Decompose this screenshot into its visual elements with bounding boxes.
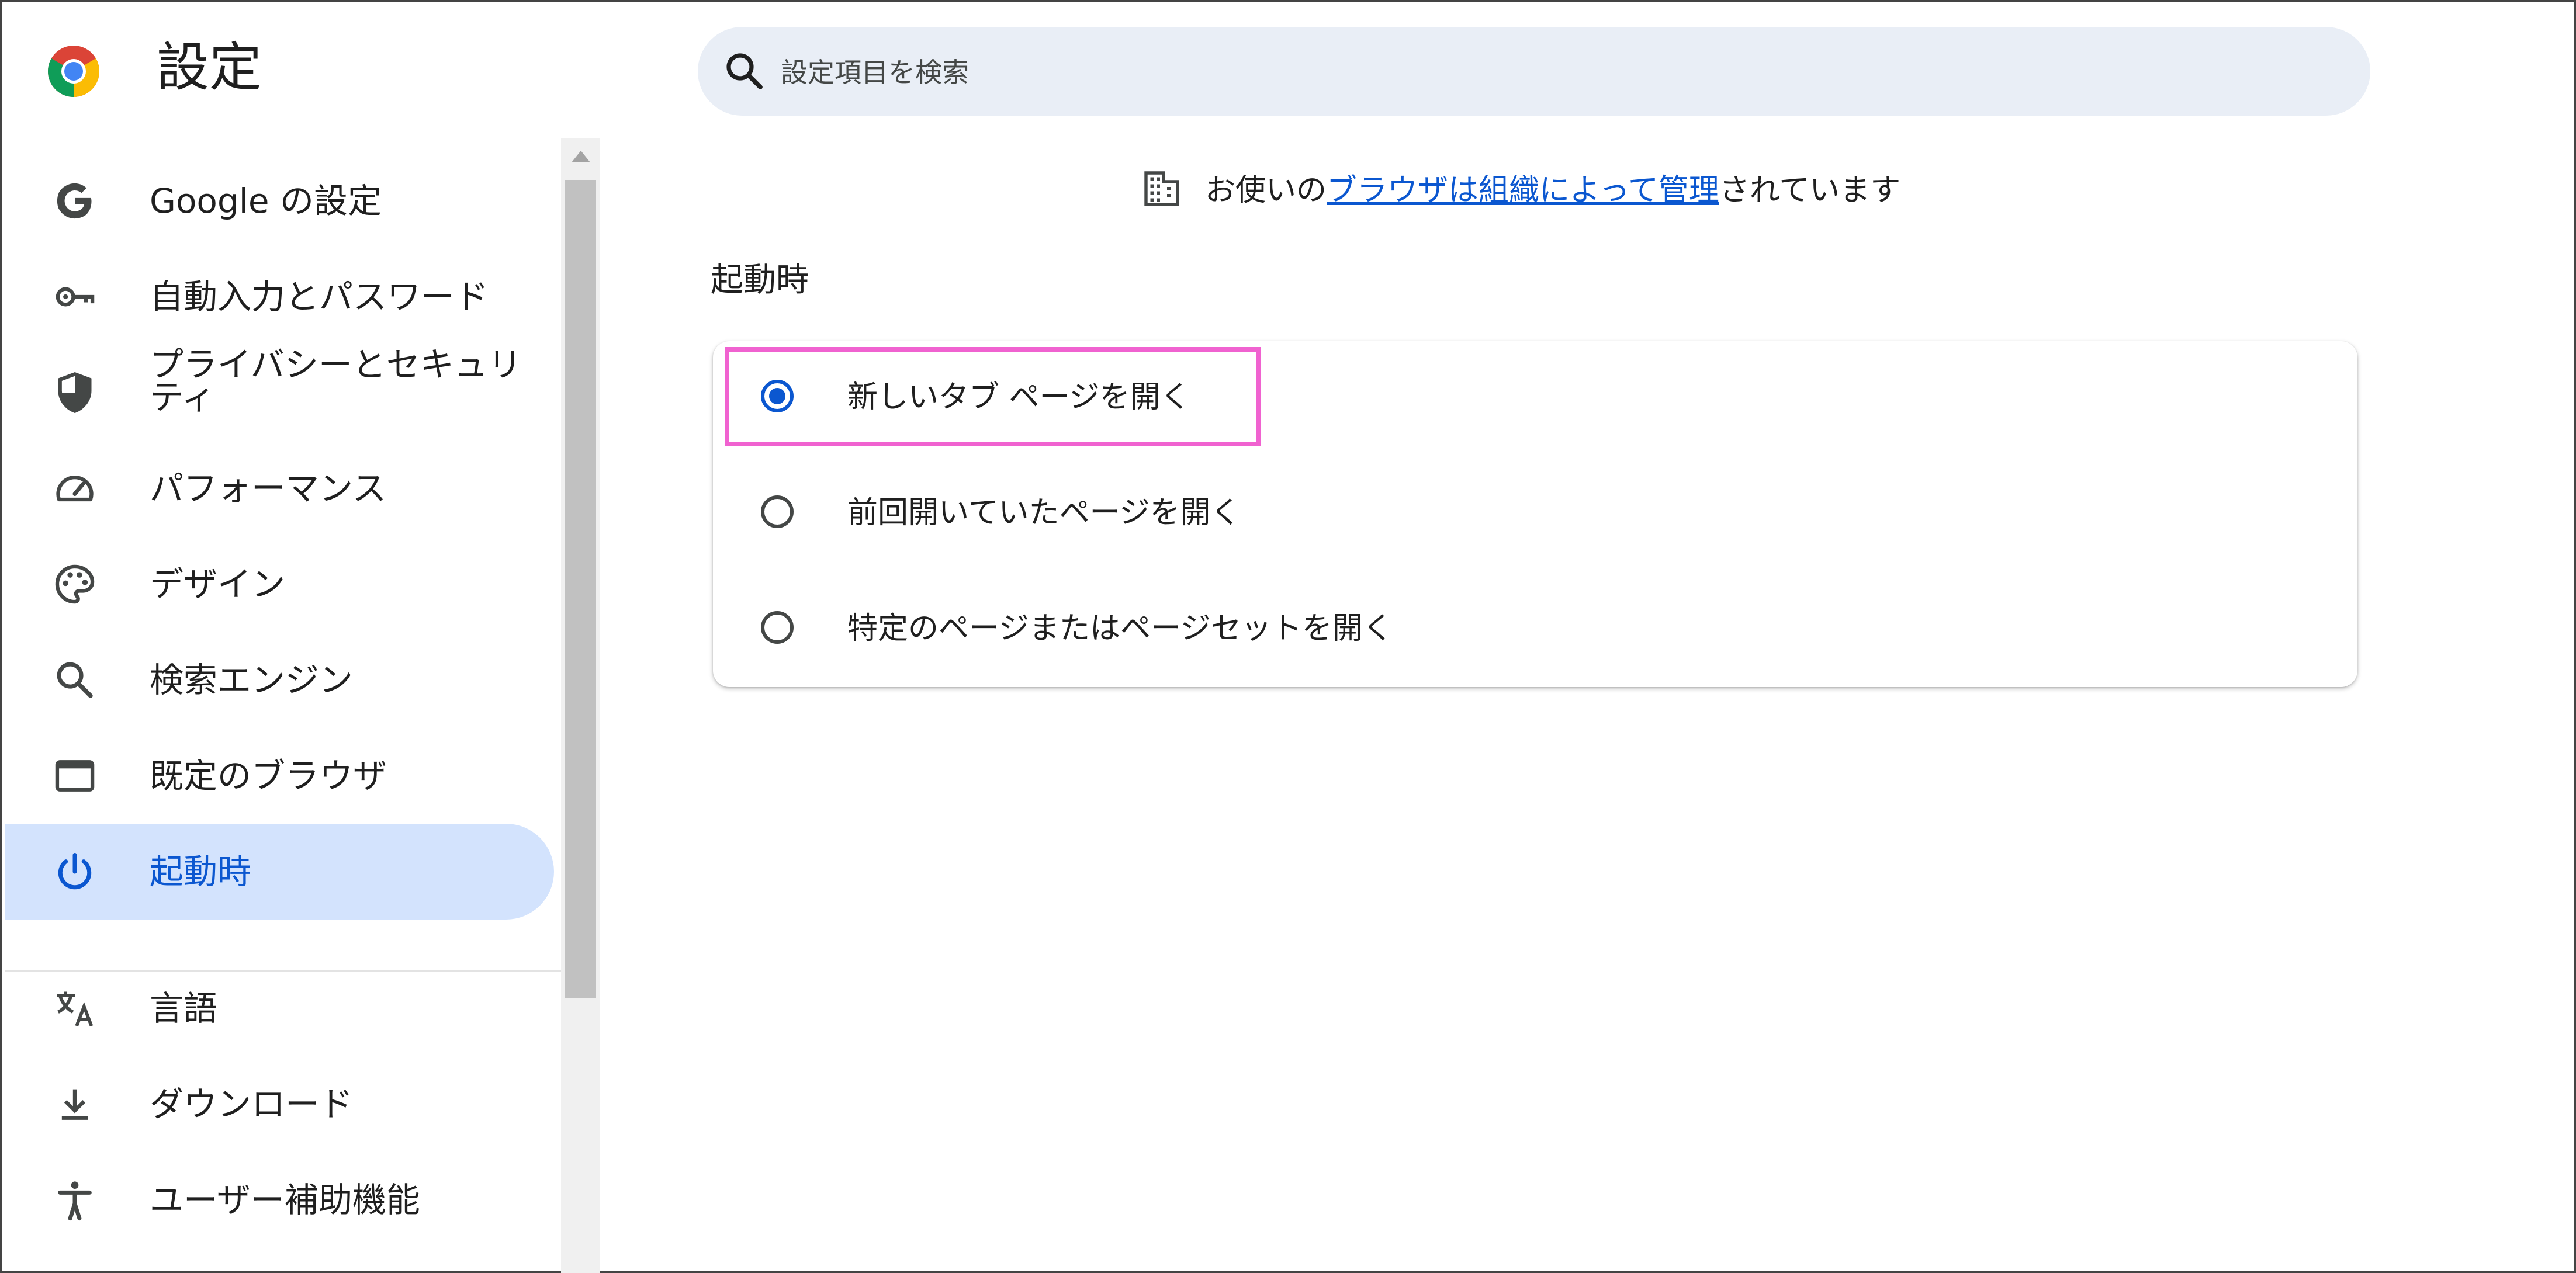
sidebar-item-label: 検索エンジン — [150, 660, 354, 700]
startup-option-label: 特定のページまたはページセットを開く — [847, 611, 1393, 646]
shield-icon — [58, 372, 92, 414]
sidebar-item-label: パフォーマンス — [150, 469, 386, 508]
sidebar-item-label: 言語 — [150, 988, 218, 1028]
palette-icon — [55, 564, 95, 604]
startup-option-continue[interactable]: 前回開いていたページを開く — [713, 457, 2357, 571]
search-bar[interactable] — [698, 27, 2370, 116]
startup-option-specific-pages[interactable]: 特定のページまたはページセットを開く — [713, 573, 2357, 687]
sidebar-item-accessibility[interactable]: ユーザー補助機能 — [5, 1152, 554, 1248]
sidebar-item-performance[interactable]: パフォーマンス — [5, 440, 554, 536]
chrome-logo-icon — [48, 46, 99, 97]
scroll-thumb[interactable] — [565, 180, 596, 998]
sidebar-item-downloads[interactable]: ダウンロード — [5, 1056, 554, 1152]
sidebar-item-label: 自動入力とパスワード — [150, 277, 489, 317]
sidebar-item-autofill-passwords[interactable]: 自動入力とパスワード — [5, 249, 554, 345]
power-icon — [58, 853, 92, 890]
managed-notice-suffix: されています — [1719, 173, 1901, 208]
startup-option-new-tab[interactable]: 新しいタブ ページを開く — [713, 341, 2357, 456]
search-input[interactable] — [780, 46, 2301, 99]
sidebar-item-label: 起動時 — [150, 852, 252, 892]
speedometer-icon — [56, 476, 94, 502]
sidebar-item-label: Google の設定 — [150, 181, 382, 221]
sidebar-item-languages[interactable]: 言語 — [5, 960, 554, 1056]
scroll-up-arrow-icon[interactable] — [572, 151, 590, 162]
radio-button[interactable] — [761, 611, 794, 644]
radio-dot — [769, 388, 785, 404]
sidebar-item-default-browser[interactable]: 既定のブラウザ — [5, 728, 554, 824]
sidebar-item-label: ダウンロード — [150, 1084, 354, 1124]
startup-option-label: 新しいタブ ページを開く — [847, 380, 1191, 415]
google-g-icon — [57, 183, 92, 219]
accessibility-icon — [58, 1181, 92, 1221]
sidebar-item-search-engine[interactable]: 検索エンジン — [5, 632, 554, 728]
managed-notice-prefix: お使いの — [1205, 173, 1327, 208]
section-heading: 起動時 — [711, 261, 809, 299]
managed-browser-notice: お使いのブラウザは組織によって管理されています — [1141, 167, 1900, 214]
radio-button[interactable] — [761, 495, 794, 528]
translate-icon — [57, 991, 94, 1027]
search-icon — [57, 662, 93, 698]
sidebar-item-label: 既定のブラウザ — [150, 756, 387, 796]
sidebar-item-on-startup[interactable]: 起動時 — [5, 824, 554, 920]
sidebar-item-privacy-security[interactable]: プライバシーとセキュリティ — [5, 345, 554, 440]
sidebar-item-label: プライバシーとセキュリティ — [150, 345, 522, 417]
sidebar-item-label: ユーザー補助機能 — [150, 1180, 420, 1220]
search-icon — [726, 53, 763, 89]
startup-options-card: 新しいタブ ページを開く 前回開いていたページを開く 特定のページまたはページセ… — [713, 341, 2357, 687]
sidebar-item-google-settings[interactable]: Google の設定 — [5, 153, 554, 249]
sidebar-item-label: デザイン — [150, 564, 286, 604]
sidebar-item-appearance[interactable]: デザイン — [5, 536, 554, 632]
browser-window-icon — [55, 760, 95, 792]
radio-button-checked[interactable] — [761, 380, 794, 412]
page-title: 設定 — [157, 37, 262, 98]
download-icon — [61, 1089, 88, 1120]
sidebar-nav: Google の設定 自動入力とパスワード プライバシーとセキュリティ パフォー… — [5, 138, 561, 1273]
sidebar-scrollbar[interactable] — [561, 138, 600, 1273]
building-icon — [1144, 171, 1179, 206]
managed-by-organization-link[interactable]: ブラウザは組織によって管理 — [1327, 173, 1719, 208]
startup-option-label: 前回開いていたページを開く — [847, 495, 1241, 530]
settings-window: 設定 Google の設定 自動入力とパスワード — [0, 0, 2576, 1273]
key-icon — [56, 287, 95, 307]
